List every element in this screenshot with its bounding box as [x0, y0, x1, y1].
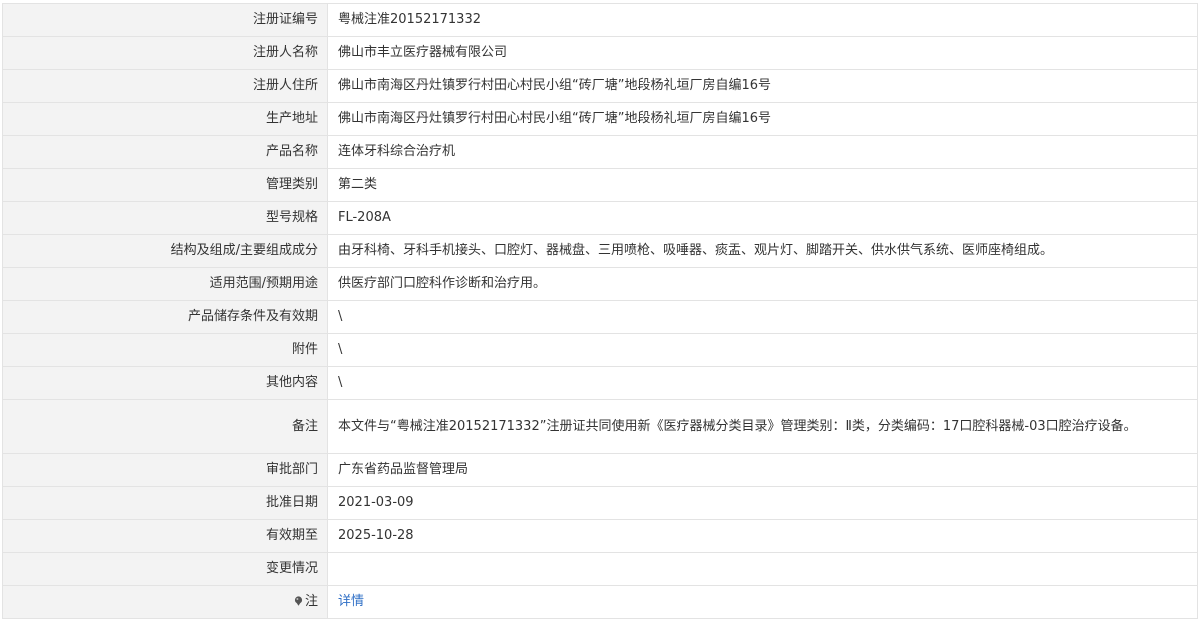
- label-model-spec: 型号规格: [2, 201, 328, 235]
- label-storage-validity: 产品储存条件及有效期: [2, 300, 328, 334]
- row-other-content: 其他内容 \: [2, 366, 1198, 400]
- row-intended-use: 适用范围/预期用途 供医疗部门口腔科作诊断和治疗用。: [2, 267, 1198, 301]
- label-approval-department: 审批部门: [2, 453, 328, 487]
- row-valid-until: 有效期至 2025-10-28: [2, 519, 1198, 553]
- value-approval-department: 广东省药品监督管理局: [327, 453, 1198, 487]
- row-product-name: 产品名称 连体牙科综合治疗机: [2, 135, 1198, 169]
- label-registrant-name: 注册人名称: [2, 36, 328, 70]
- value-production-address: 佛山市南海区丹灶镇罗行村田心村民小组“砖厂塘”地段杨礼垣厂房自编16号: [327, 102, 1198, 136]
- value-registrant-address: 佛山市南海区丹灶镇罗行村田心村民小组“砖厂塘”地段杨礼垣厂房自编16号: [327, 69, 1198, 103]
- row-production-address: 生产地址 佛山市南海区丹灶镇罗行村田心村民小组“砖厂塘”地段杨礼垣厂房自编16号: [2, 102, 1198, 136]
- row-registrant-name: 注册人名称 佛山市丰立医疗器械有限公司: [2, 36, 1198, 70]
- label-intended-use: 适用范围/预期用途: [2, 267, 328, 301]
- label-change-history: 变更情况: [2, 552, 328, 586]
- row-model-spec: 型号规格 FL-208A: [2, 201, 1198, 235]
- value-change-history: [327, 552, 1198, 586]
- row-approval-date: 批准日期 2021-03-09: [2, 486, 1198, 520]
- value-approval-date: 2021-03-09: [327, 486, 1198, 520]
- label-management-category: 管理类别: [2, 168, 328, 202]
- details-link[interactable]: 详情: [338, 594, 364, 609]
- label-other-content: 其他内容: [2, 366, 328, 400]
- row-note: 注 详情: [2, 585, 1198, 619]
- value-intended-use: 供医疗部门口腔科作诊断和治疗用。: [327, 267, 1198, 301]
- row-registrant-address: 注册人住所 佛山市南海区丹灶镇罗行村田心村民小组“砖厂塘”地段杨礼垣厂房自编16…: [2, 69, 1198, 103]
- row-management-category: 管理类别 第二类: [2, 168, 1198, 202]
- label-structure-composition: 结构及组成/主要组成成分: [2, 234, 328, 268]
- value-registration-number: 粤械注准20152171332: [327, 3, 1198, 37]
- value-product-name: 连体牙科综合治疗机: [327, 135, 1198, 169]
- label-attachment: 附件: [2, 333, 328, 367]
- row-approval-department: 审批部门 广东省药品监督管理局: [2, 453, 1198, 487]
- pin-icon: [294, 596, 303, 606]
- label-registrant-address: 注册人住所: [2, 69, 328, 103]
- value-registrant-name: 佛山市丰立医疗器械有限公司: [327, 36, 1198, 70]
- row-attachment: 附件 \: [2, 333, 1198, 367]
- label-note: 注: [2, 585, 328, 619]
- label-approval-date: 批准日期: [2, 486, 328, 520]
- label-production-address: 生产地址: [2, 102, 328, 136]
- value-structure-composition: 由牙科椅、牙科手机接头、口腔灯、器械盘、三用喷枪、吸唾器、痰盂、观片灯、脚踏开关…: [327, 234, 1198, 268]
- label-registration-number: 注册证编号: [2, 3, 328, 37]
- label-valid-until: 有效期至: [2, 519, 328, 553]
- row-registration-number: 注册证编号 粤械注准20152171332: [2, 3, 1198, 37]
- label-remarks: 备注: [2, 399, 328, 454]
- value-valid-until: 2025-10-28: [327, 519, 1198, 553]
- value-model-spec: FL-208A: [327, 201, 1198, 235]
- row-change-history: 变更情况: [2, 552, 1198, 586]
- value-attachment: \: [327, 333, 1198, 367]
- row-remarks: 备注 本文件与“粤械注准20152171332”注册证共同使用新《医疗器械分类目…: [2, 399, 1198, 454]
- row-structure-composition: 结构及组成/主要组成成分 由牙科椅、牙科手机接头、口腔灯、器械盘、三用喷枪、吸唾…: [2, 234, 1198, 268]
- value-other-content: \: [327, 366, 1198, 400]
- value-note: 详情: [327, 585, 1198, 619]
- value-remarks: 本文件与“粤械注准20152171332”注册证共同使用新《医疗器械分类目录》管…: [327, 399, 1198, 454]
- registration-detail-table: 注册证编号 粤械注准20152171332 注册人名称 佛山市丰立医疗器械有限公…: [2, 3, 1198, 619]
- label-product-name: 产品名称: [2, 135, 328, 169]
- note-label-text: 注: [304, 594, 318, 609]
- row-storage-validity: 产品储存条件及有效期 \: [2, 300, 1198, 334]
- value-storage-validity: \: [327, 300, 1198, 334]
- value-management-category: 第二类: [327, 168, 1198, 202]
